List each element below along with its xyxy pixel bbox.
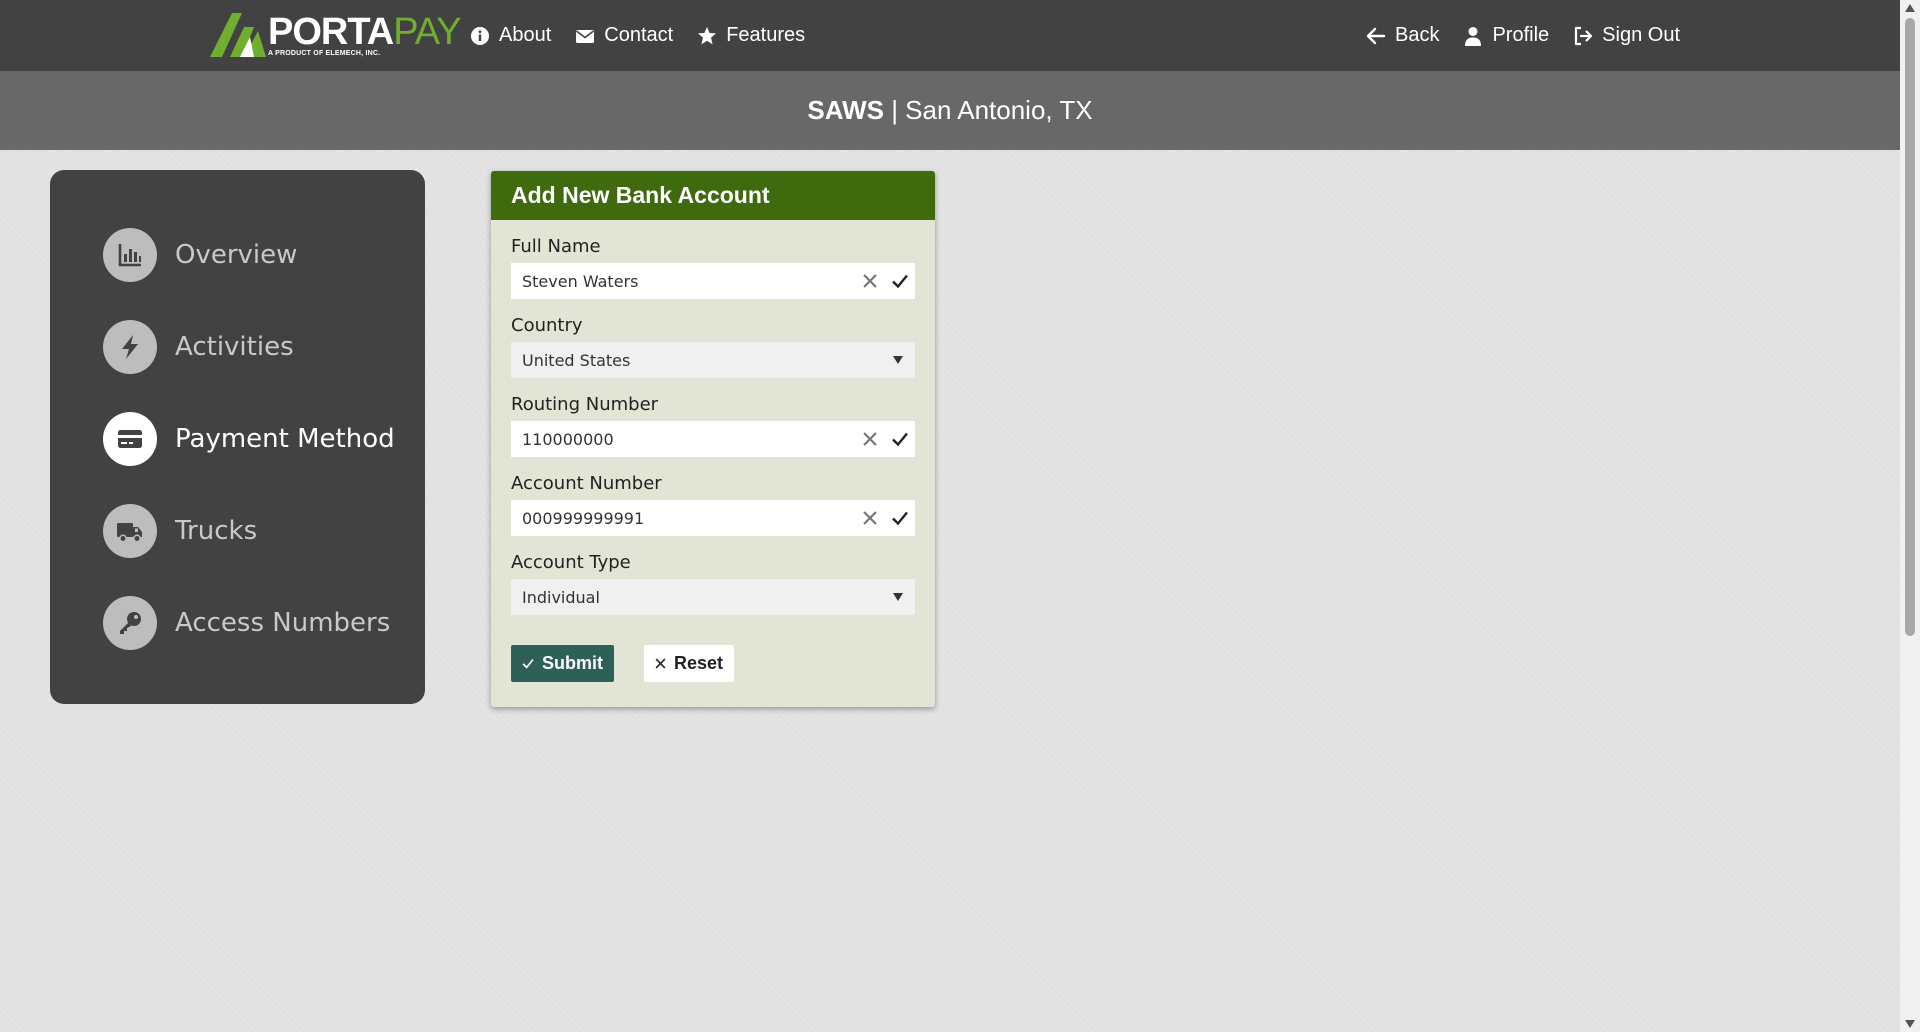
account-type-selected-value: Individual: [522, 587, 600, 607]
full-name-input[interactable]: [511, 263, 855, 299]
routing-number-field: Routing Number: [511, 394, 915, 457]
country-selected-value: United States: [522, 350, 631, 370]
nav-back-link[interactable]: Back: [1366, 24, 1439, 47]
nav-back-label: Back: [1395, 24, 1440, 46]
check-icon: [885, 509, 915, 527]
account-number-field: Account Number: [511, 473, 915, 536]
sidebar-item-overview[interactable]: Overview: [103, 227, 425, 283]
account-type-select[interactable]: Individual: [511, 579, 915, 615]
reset-button-label: Reset: [673, 653, 723, 673]
routing-number-input-wrap: [511, 421, 915, 457]
submit-button[interactable]: Submit: [511, 645, 614, 682]
form-actions: Submit Reset: [511, 645, 915, 682]
nav-about-link[interactable]: About: [470, 24, 551, 47]
sidebar-item-activities[interactable]: Activities: [103, 319, 425, 375]
arrow-left-icon: [1366, 27, 1386, 44]
card-title: Add New Bank Account: [491, 171, 935, 220]
sidebar-item-label: Trucks: [175, 516, 258, 546]
info-icon: [471, 26, 489, 45]
account-number-label: Account Number: [511, 473, 662, 494]
routing-number-label: Routing Number: [511, 394, 659, 415]
chart-icon: [118, 244, 141, 267]
nav-contact-link[interactable]: Contact: [575, 24, 673, 47]
card-body: Full Name Country United States Routing …: [491, 220, 935, 682]
check-icon: [885, 430, 915, 448]
full-name-field: Full Name: [511, 236, 915, 299]
scroll-down-icon[interactable]: [1905, 1020, 1915, 1028]
clear-icon[interactable]: [855, 432, 885, 446]
nav-contact-label: Contact: [604, 24, 674, 46]
key-icon: [120, 612, 141, 634]
reset-button[interactable]: Reset: [644, 645, 734, 682]
sidebar-item-payment-method[interactable]: Payment Method: [103, 411, 425, 467]
sidebar-item-label: Access Numbers: [175, 608, 391, 638]
full-name-input-wrap: [511, 263, 915, 299]
nav-profile-link[interactable]: Profile: [1463, 24, 1549, 47]
scrollbar-thumb[interactable]: [1905, 18, 1915, 636]
account-type-field: Account Type Individual: [511, 552, 915, 615]
country-select[interactable]: United States: [511, 342, 915, 378]
side-icon-wrap: [103, 412, 157, 466]
sidebar-item-trucks[interactable]: Trucks: [103, 503, 425, 559]
top-navbar: PORTAPAY A PRODUCT OF ELEMECH, INC. Abou…: [0, 0, 1900, 71]
bolt-icon: [122, 335, 138, 359]
scroll-up-icon[interactable]: [1905, 4, 1915, 12]
check-icon: [885, 272, 915, 290]
account-number-input-wrap: [511, 500, 915, 536]
sidebar-item-access-numbers[interactable]: Access Numbers: [103, 595, 425, 651]
account-number-input[interactable]: [511, 500, 855, 536]
nav-right-group: Back Profile Sign Out: [1366, 0, 1680, 71]
banner-separator: |: [883, 95, 906, 125]
check-icon: [522, 659, 534, 669]
organization-name: SAWS: [807, 95, 884, 125]
logo-wordmark: PORTAPAY: [268, 11, 462, 53]
logo-word-pay: PAY: [393, 11, 461, 53]
nav-left-group: About Contact Features: [470, 0, 805, 71]
logo-word-porta: PORTA: [268, 11, 394, 53]
clear-icon[interactable]: [855, 274, 885, 288]
country-field: Country United States: [511, 315, 915, 378]
page-scrollbar[interactable]: [1900, 0, 1920, 1032]
portapay-logo[interactable]: PORTAPAY A PRODUCT OF ELEMECH, INC.: [210, 9, 462, 61]
sidebar-item-label: Overview: [175, 240, 298, 270]
side-icon-wrap: [103, 228, 157, 282]
star-icon: [698, 26, 717, 44]
logo-mark-icon: [210, 13, 266, 57]
sidebar: Overview Activities Payment Method Truck…: [50, 170, 425, 704]
close-icon: [655, 658, 666, 669]
side-icon-wrap: [103, 320, 157, 374]
sidebar-item-label: Activities: [175, 332, 294, 362]
user-icon: [1465, 26, 1482, 46]
nav-profile-label: Profile: [1492, 24, 1550, 46]
account-type-label: Account Type: [511, 552, 631, 573]
envelope-icon: [576, 29, 595, 43]
country-label: Country: [511, 315, 583, 336]
caret-down-icon: [881, 355, 915, 365]
routing-number-input[interactable]: [511, 421, 855, 457]
nav-sign-out-link[interactable]: Sign Out: [1573, 24, 1680, 47]
sign-out-icon: [1575, 26, 1593, 45]
logo-text: PORTAPAY A PRODUCT OF ELEMECH, INC.: [268, 11, 462, 57]
organization-banner: SAWS | San Antonio, TX: [0, 71, 1900, 150]
side-icon-wrap: [103, 596, 157, 650]
clear-icon[interactable]: [855, 511, 885, 525]
nav-sign-out-label: Sign Out: [1602, 24, 1680, 46]
organization-location: San Antonio, TX: [905, 95, 1093, 125]
side-icon-wrap: [103, 504, 157, 558]
full-name-label: Full Name: [511, 236, 601, 257]
caret-down-icon: [881, 592, 915, 602]
add-bank-account-card: Add New Bank Account Full Name Country U…: [491, 171, 935, 707]
sidebar-item-label: Payment Method: [175, 424, 395, 454]
truck-icon: [117, 523, 142, 543]
submit-button-label: Submit: [542, 653, 603, 673]
nav-features-link[interactable]: Features: [697, 24, 805, 47]
nav-features-label: Features: [726, 24, 806, 46]
credit-card-icon: [118, 430, 142, 448]
nav-about-label: About: [499, 24, 552, 46]
